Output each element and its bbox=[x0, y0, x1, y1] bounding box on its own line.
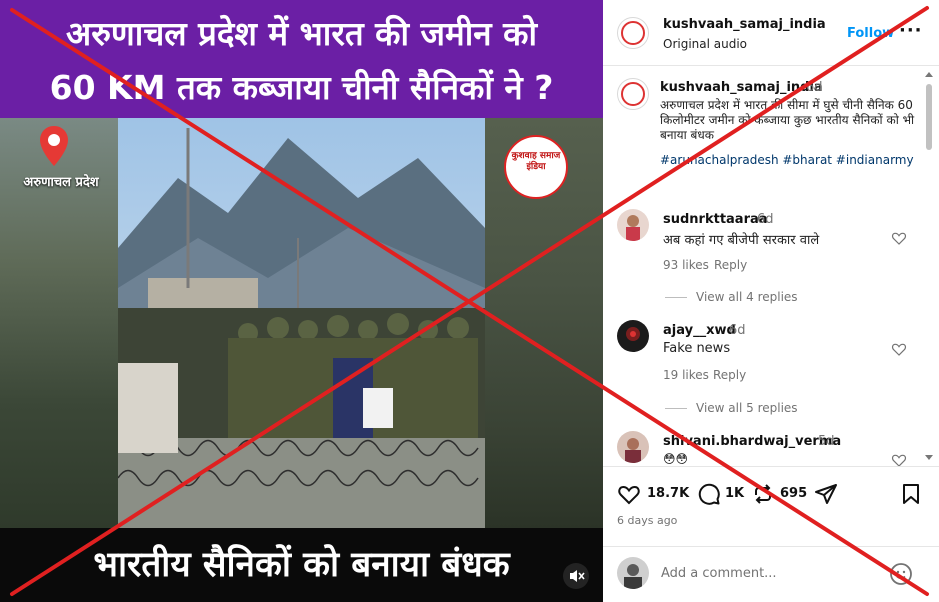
caption-age: 6d bbox=[806, 80, 823, 95]
video-bottom-caption: भारतीय सैनिकों को बनाया बंधक bbox=[93, 545, 510, 585]
view-replies-link[interactable]: View all 4 replies bbox=[696, 290, 798, 304]
channel-logo-badge: कुशवाह समाज इंडिया bbox=[504, 135, 568, 199]
comment-text: अब कहां गए बीजेपी सरकार वाले bbox=[663, 233, 820, 248]
speaker-muted-icon bbox=[570, 570, 585, 582]
comment-avatar[interactable] bbox=[617, 209, 649, 241]
comment-like-heart-icon[interactable] bbox=[891, 341, 907, 357]
caption-avatar[interactable] bbox=[617, 78, 649, 110]
comment-reply-button[interactable]: Reply bbox=[713, 368, 746, 382]
add-comment-bar bbox=[603, 546, 939, 602]
emoji-icon[interactable] bbox=[889, 562, 913, 586]
repost-count[interactable]: 695 bbox=[780, 486, 807, 501]
video-scene-image bbox=[118, 118, 485, 528]
comment-age: 5d bbox=[818, 434, 835, 449]
comments-scrollbar[interactable] bbox=[924, 72, 934, 464]
comment-avatar-image bbox=[625, 438, 641, 463]
current-user-avatar bbox=[617, 557, 649, 589]
caption-hashtags[interactable]: #arunachalpradesh #bharat #indianarmy bbox=[660, 151, 918, 169]
comment-avatar-image bbox=[626, 215, 640, 241]
caption-text: अरुणाचल प्रदेश में भारत की सीमा में घुसे… bbox=[660, 98, 915, 142]
author-avatar-logo bbox=[621, 21, 645, 45]
comment-username[interactable]: sudnrkttaaraa bbox=[663, 212, 768, 227]
repost-icon[interactable] bbox=[751, 482, 775, 506]
caption-username[interactable]: kushvaah_samaj_india bbox=[660, 80, 823, 95]
screenshot-root: अरुणाचल प्रदेश में भारत की जमीन को 60 KM… bbox=[0, 0, 939, 602]
posted-time: 6 days ago bbox=[617, 514, 678, 527]
video-title-line-1: अरुणाचल प्रदेश में भारत की जमीन को bbox=[65, 14, 537, 53]
scroll-up-arrow-icon[interactable] bbox=[925, 72, 933, 77]
comment-text: Fake news bbox=[663, 341, 731, 356]
like-heart-icon[interactable] bbox=[617, 482, 641, 506]
add-comment-input[interactable] bbox=[661, 562, 881, 584]
comment-bubble-icon[interactable] bbox=[697, 482, 721, 506]
share-send-icon[interactable] bbox=[814, 482, 838, 506]
comment-count[interactable]: 1K bbox=[725, 486, 744, 501]
channel-logo-text: कुशवाह समाज इंडिया bbox=[511, 151, 561, 172]
replies-divider bbox=[665, 297, 687, 298]
comment-avatar[interactable] bbox=[617, 431, 649, 463]
mute-button[interactable] bbox=[563, 563, 589, 589]
comment-username[interactable]: shivani.bhardwaj_verma bbox=[663, 434, 841, 449]
comment-like-heart-icon[interactable] bbox=[891, 230, 907, 246]
comment-username[interactable]: ajay__xwd bbox=[663, 323, 736, 338]
author-avatar[interactable] bbox=[617, 17, 649, 49]
comment-age: 6d bbox=[757, 212, 774, 227]
like-count[interactable]: 18.7K bbox=[647, 486, 689, 501]
author-username[interactable]: kushvaah_samaj_india bbox=[663, 17, 826, 32]
current-user-avatar-image bbox=[624, 564, 642, 589]
comment-avatar-image bbox=[626, 327, 640, 341]
view-replies-link[interactable]: View all 5 replies bbox=[696, 401, 798, 415]
scrollbar-thumb[interactable] bbox=[926, 84, 932, 150]
reel-video[interactable]: अरुणाचल प्रदेश में भारत की जमीन को 60 KM… bbox=[0, 0, 603, 602]
bookmark-icon[interactable] bbox=[899, 482, 923, 506]
comment-text: 😳😳 bbox=[663, 452, 689, 466]
comment-age: 6d bbox=[729, 323, 746, 338]
video-title-line-2: 60 KM तक कब्जाया चीनी सैनिकों ने ? bbox=[49, 68, 554, 107]
location-label: अरुणाचल प्रदेश bbox=[23, 175, 99, 190]
audio-label[interactable]: Original audio bbox=[663, 37, 747, 51]
location-pin-icon bbox=[40, 126, 68, 166]
post-header: kushvaah_samaj_india Original audio Foll… bbox=[603, 0, 939, 66]
comment-likes[interactable]: 93 likes bbox=[663, 258, 709, 272]
caption-avatar-logo bbox=[621, 82, 645, 106]
comment-likes[interactable]: 19 likes bbox=[663, 368, 709, 382]
comment-reply-button[interactable]: Reply bbox=[714, 258, 747, 272]
more-options-icon[interactable]: ··· bbox=[899, 20, 923, 41]
post-side-panel: kushvaah_samaj_india Original audio Foll… bbox=[603, 0, 939, 602]
replies-divider bbox=[665, 408, 687, 409]
comment-avatar[interactable] bbox=[617, 320, 649, 352]
post-actions-bar: 18.7K 1K 695 6 days ago bbox=[603, 466, 939, 546]
scroll-down-arrow-icon[interactable] bbox=[925, 455, 933, 460]
follow-button[interactable]: Follow bbox=[847, 26, 894, 41]
